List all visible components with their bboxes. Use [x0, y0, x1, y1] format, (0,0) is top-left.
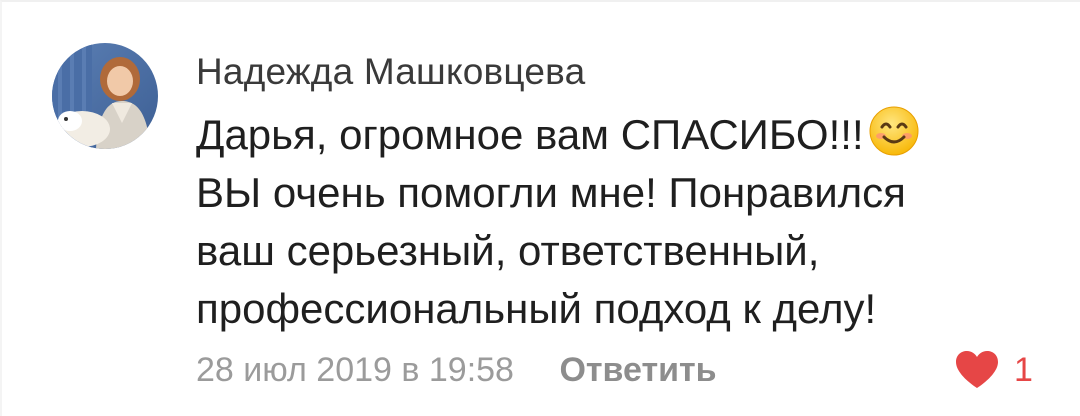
comment-line: профессиональный подход к делу!	[196, 285, 877, 332]
comment-date: 28 июл 2019 в 19:58	[196, 351, 514, 389]
like-count: 1	[1014, 351, 1033, 389]
comment-line-text: Дарья, огромное вам СПАСИБО!!!	[196, 111, 864, 158]
author-name[interactable]: Надежда Машковцева	[196, 50, 585, 94]
avatar[interactable]	[52, 43, 158, 149]
heart-icon	[954, 350, 1000, 390]
comment-line: ваш серьезный, ответственный,	[196, 227, 820, 274]
comment-line: ВЫ очень помогли мне! Понравился	[196, 169, 906, 216]
reply-button[interactable]: Ответить	[559, 351, 716, 389]
comment-line: Дарья, огромное вам СПАСИБО!!!	[196, 105, 1016, 164]
comment-meta: 28 июл 2019 в 19:58 Ответить	[196, 348, 717, 392]
comment-card: Надежда Машковцева Дарья, огромное вам С…	[0, 0, 1080, 416]
comment-text: Дарья, огромное вам СПАСИБО!!! ВЫ очень …	[196, 105, 1016, 338]
smiling-face-icon	[868, 105, 920, 157]
like-button[interactable]: 1	[954, 348, 1033, 392]
